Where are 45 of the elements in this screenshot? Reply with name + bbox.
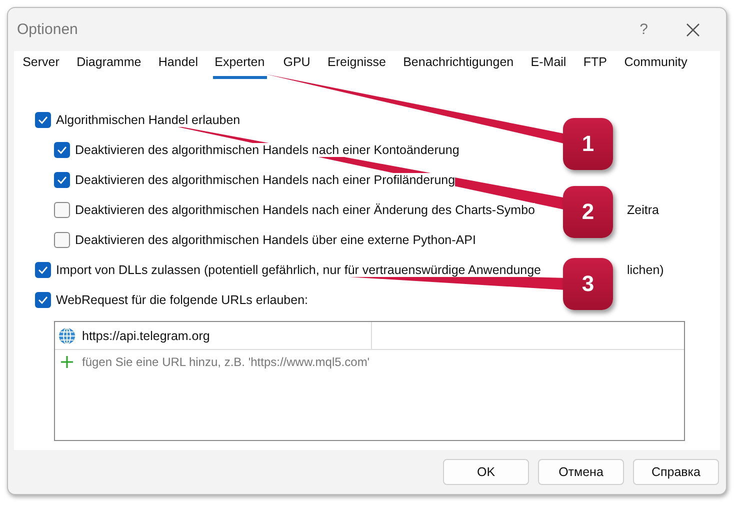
checkbox[interactable] xyxy=(35,112,51,128)
globe-icon xyxy=(58,326,76,344)
checkbox-label: Deaktivieren des algorithmischen Handels nach einer Änderung des Charts-Symbo xyxy=(75,203,535,217)
table-cell[interactable]: https://api.telegram.org xyxy=(55,322,372,349)
callout-badge: 1 xyxy=(563,118,613,170)
callout-badge: 2 xyxy=(563,186,613,238)
dialog-button[interactable]: Справка xyxy=(633,459,719,485)
tab[interactable]: Experten xyxy=(212,53,267,79)
callout-badge: 3 xyxy=(563,258,613,310)
url-text: https://api.telegram.org xyxy=(82,328,210,342)
close-icon[interactable] xyxy=(686,22,700,36)
help-button[interactable]: ? xyxy=(640,21,648,38)
checkbox[interactable] xyxy=(54,172,70,188)
checkbox-label: Algorithmischen Handel erlauben xyxy=(56,113,240,127)
checkmark-icon xyxy=(38,116,48,124)
checkmark-icon xyxy=(57,146,67,154)
tab[interactable]: Diagramme xyxy=(68,53,150,79)
checkbox-label: Deaktivieren des algorithmischen Handels über eine externe Python-API xyxy=(75,233,476,247)
checkbox[interactable] xyxy=(35,262,51,278)
tab[interactable]: Community xyxy=(616,53,696,79)
checkbox-label: Import von DLLs zulassen (potentiell gefährlich, nur für vertrauenswürdige Anwendunge xyxy=(56,263,541,277)
add-url-hint[interactable]: fügen Sie eine URL hinzu, z.B. 'https://www.mql5.com' xyxy=(82,355,370,369)
checkbox[interactable] xyxy=(54,142,70,158)
dialog-button[interactable]: Отмена xyxy=(538,459,624,485)
tab[interactable]: Server xyxy=(14,53,68,79)
checkbox-label: Deaktivieren des algorithmischen Handels nach einer Profiländerung xyxy=(75,173,456,187)
tab[interactable]: Benachrichtigungen xyxy=(394,53,522,79)
tab[interactable]: Handel xyxy=(150,53,207,79)
checkbox-label: lichen) xyxy=(627,263,664,277)
tab[interactable]: GPU xyxy=(274,53,319,79)
checkbox[interactable] xyxy=(54,202,70,218)
checkbox-label: Deaktivieren des algorithmischen Handels nach einer Kontoänderung xyxy=(75,143,460,157)
tab[interactable]: Ereignisse xyxy=(318,53,394,79)
tab[interactable]: FTP xyxy=(574,53,616,79)
plus-icon[interactable] xyxy=(61,356,73,368)
tab[interactable]: E-Mail xyxy=(522,53,575,79)
checkbox-label: Zeitra xyxy=(627,203,659,217)
dialog-button[interactable]: OK xyxy=(443,459,529,485)
checkbox[interactable] xyxy=(35,292,51,308)
checkmark-icon xyxy=(38,296,48,304)
checkbox-label: WebRequest für die folgende URLs erlauben: xyxy=(56,293,308,307)
window-title: Optionen xyxy=(17,21,79,38)
checkmark-icon xyxy=(57,176,67,184)
checkmark-icon xyxy=(38,266,48,274)
checkbox[interactable] xyxy=(54,232,70,248)
